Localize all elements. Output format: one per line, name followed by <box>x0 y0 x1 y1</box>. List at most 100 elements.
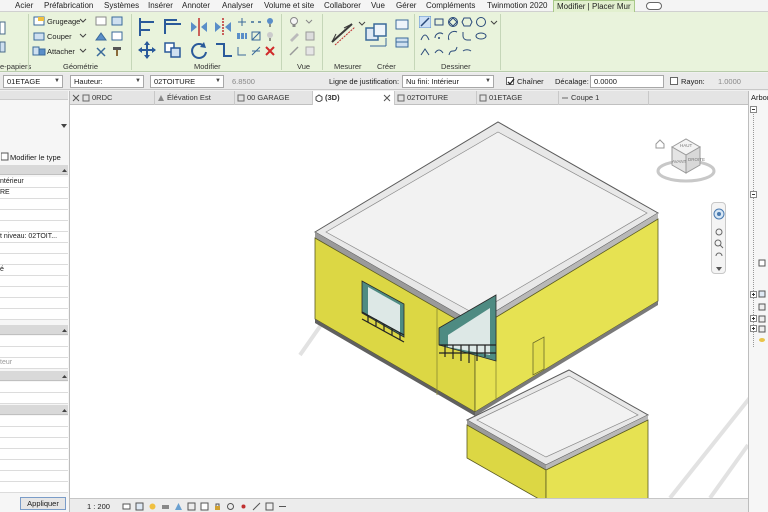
view-dropdown-icon[interactable] <box>304 16 314 26</box>
rectangle-tool-icon[interactable] <box>433 16 445 28</box>
property-row[interactable] <box>0 416 68 427</box>
cut-icon[interactable] <box>32 30 46 42</box>
move-icon[interactable] <box>136 40 158 60</box>
demolish-icon[interactable] <box>94 45 108 57</box>
draw-dropdown-icon[interactable] <box>489 16 499 28</box>
property-row[interactable] <box>0 438 68 449</box>
property-row[interactable]: é <box>0 265 68 276</box>
linework-icon[interactable] <box>288 45 300 57</box>
show-crop-icon[interactable] <box>200 502 209 511</box>
clipboard-icon[interactable] <box>0 40 6 56</box>
trim-single-icon[interactable] <box>236 45 248 57</box>
circle-tool-icon[interactable] <box>475 16 487 28</box>
properties-category-header[interactable] <box>0 371 68 381</box>
property-row[interactable]: ntérieur <box>0 177 68 188</box>
cut-button[interactable]: Couper <box>47 32 72 41</box>
property-row[interactable] <box>0 460 68 471</box>
line-tool-icon[interactable] <box>419 16 431 28</box>
mirror-axis-icon[interactable] <box>188 16 210 38</box>
collapse-icon[interactable] <box>61 373 68 380</box>
shadows-icon[interactable] <box>161 502 170 511</box>
cope-icon[interactable] <box>32 15 46 27</box>
home-icon[interactable] <box>655 139 665 149</box>
door[interactable] <box>532 336 545 376</box>
menu-tab-analyser[interactable]: Analyser <box>222 0 253 12</box>
circumscribed-polygon-icon[interactable] <box>461 16 473 28</box>
tree-expand-icon[interactable] <box>750 191 757 198</box>
scale-icon[interactable] <box>250 30 262 42</box>
copy-icon[interactable] <box>162 40 184 60</box>
property-row[interactable] <box>0 243 68 254</box>
arc-center-icon[interactable] <box>433 30 445 42</box>
menu-tab-vue[interactable]: Vue <box>371 0 385 12</box>
property-row[interactable] <box>0 210 68 221</box>
menu-tab-annoter[interactable]: Annoter <box>182 0 210 12</box>
geometry-dropdown-icon[interactable] <box>78 30 88 40</box>
property-row[interactable] <box>0 309 68 320</box>
justification-select[interactable]: Nu fini: Intérieur ▼ <box>402 75 494 88</box>
tab-3d[interactable]: (3D) <box>313 91 395 105</box>
height-mode-select[interactable]: Hauteur: ▼ <box>70 75 144 88</box>
property-row[interactable] <box>0 482 68 493</box>
tab-01etage[interactable]: 01ETAGE <box>477 91 559 105</box>
offset-input[interactable]: 0.0000 <box>590 75 664 88</box>
edit-type-button[interactable]: Modifier le type <box>10 153 61 162</box>
delete-icon[interactable] <box>264 45 276 57</box>
join-button[interactable]: Attacher <box>47 47 75 56</box>
spline-icon[interactable] <box>447 45 459 57</box>
create-parts-icon[interactable] <box>394 36 410 50</box>
tab-0rdc[interactable]: 0RDC <box>80 91 155 105</box>
property-row[interactable]: t niveau: 02TOIT... <box>0 232 68 243</box>
detail-level-icon[interactable] <box>122 502 131 511</box>
orbit-icon[interactable] <box>714 251 724 261</box>
ellipse-tool-icon[interactable] <box>475 30 487 42</box>
ribbon-toggle-icon[interactable] <box>646 2 662 10</box>
arc-tangent-icon[interactable] <box>447 30 459 42</box>
steering-wheel-icon[interactable] <box>713 207 725 221</box>
viewcube[interactable]: HAUT AVANT DROITE <box>650 129 720 189</box>
menu-tab-volume-site[interactable]: Volume et site <box>264 0 314 12</box>
chain-checkbox[interactable] <box>506 77 515 85</box>
collapse-icon[interactable] <box>61 167 68 174</box>
property-row[interactable] <box>0 254 68 265</box>
collapse-icon[interactable] <box>61 327 68 334</box>
sun-path-icon[interactable] <box>148 502 157 511</box>
property-row[interactable]: teur <box>0 358 68 369</box>
split-gap-icon[interactable] <box>250 16 262 28</box>
menu-tab-complements[interactable]: Compléments <box>426 0 475 12</box>
tree-collapse-icon[interactable] <box>750 291 757 298</box>
property-row[interactable] <box>0 298 68 309</box>
cope-button[interactable]: Grugeage <box>47 17 80 26</box>
mirror-draw-icon[interactable] <box>212 16 234 38</box>
property-row[interactable] <box>0 276 68 287</box>
wall-joins-icon[interactable] <box>94 15 108 27</box>
array-icon[interactable] <box>236 30 248 42</box>
height-value-field[interactable]: 6.8500 <box>232 77 255 86</box>
top-level-select[interactable]: 02TOITURE ▼ <box>150 75 224 88</box>
menu-tab-modifier-placer-mur[interactable]: Modifier | Placer Mur <box>553 0 635 12</box>
property-row[interactable] <box>0 347 68 358</box>
revit-links-icon[interactable] <box>758 325 766 333</box>
property-row[interactable] <box>0 336 68 347</box>
property-row[interactable] <box>0 287 68 298</box>
families-icon[interactable] <box>758 290 766 298</box>
close-icon[interactable] <box>72 94 80 102</box>
split-face-icon[interactable] <box>110 15 124 27</box>
measure-icon[interactable] <box>328 20 356 46</box>
property-row[interactable] <box>0 427 68 438</box>
crop-view-icon[interactable] <box>187 502 196 511</box>
menu-tab-collaborer[interactable]: Collaborer <box>324 0 361 12</box>
type-selector[interactable] <box>0 100 68 152</box>
arc-start-end-icon[interactable] <box>419 30 431 42</box>
edit-type-icon[interactable] <box>1 152 9 161</box>
reveal-hidden-icon[interactable] <box>239 502 248 511</box>
pick-faces-icon[interactable] <box>433 45 445 57</box>
create-group-icon[interactable] <box>364 22 390 48</box>
visual-style-icon[interactable] <box>135 502 144 511</box>
geometry-dropdown-icon[interactable] <box>78 45 88 55</box>
radius-value-field[interactable]: 1.0000 <box>718 77 741 86</box>
highlight-displacement-icon[interactable] <box>265 502 274 511</box>
render-icon[interactable] <box>174 502 183 511</box>
tab-00-garage[interactable]: 00 GARAGE <box>235 91 313 105</box>
pencil-icon[interactable] <box>288 30 300 42</box>
